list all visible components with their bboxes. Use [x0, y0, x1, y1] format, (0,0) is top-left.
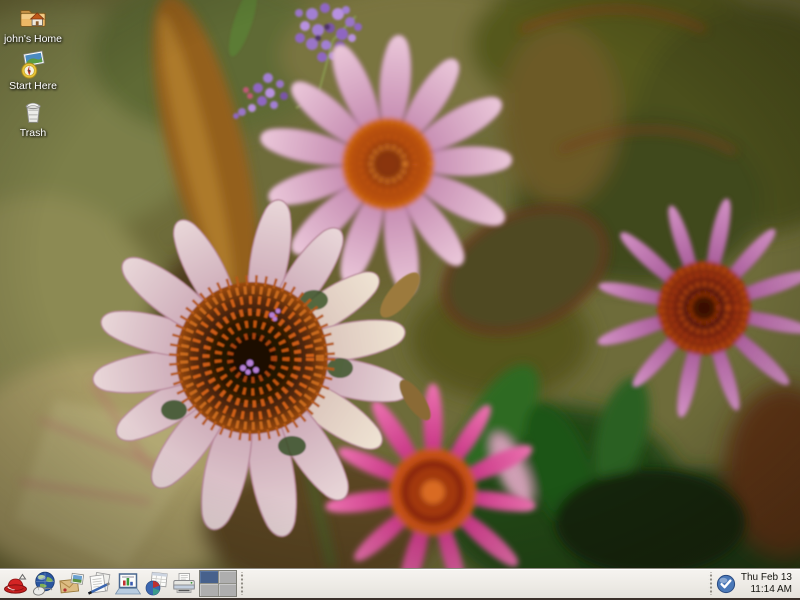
printer-icon — [171, 571, 197, 597]
presentation-button[interactable] — [114, 569, 142, 598]
wallpaper-image — [0, 0, 800, 568]
main-menu-button[interactable] — [2, 569, 30, 598]
workspace-1[interactable] — [200, 571, 218, 583]
envelope-photo-icon — [59, 571, 85, 597]
red-hat-icon — [3, 571, 29, 597]
pie-chart-sheet-icon — [143, 571, 169, 597]
clock-applet[interactable]: Thu Feb 13 11:14 AM — [737, 572, 798, 596]
desktop-background[interactable]: john's Home — [0, 0, 800, 568]
update-notifier-button[interactable] — [715, 573, 737, 595]
web-browser-button[interactable] — [30, 569, 58, 598]
desktop-icon-johns-home[interactable]: john's Home — [2, 2, 64, 46]
desktop-icon-start-here[interactable]: Start Here — [2, 49, 64, 93]
desktop-icon-label: Trash — [20, 128, 46, 139]
desktop-icon-trash[interactable]: Trash — [2, 96, 64, 140]
bottom-panel: Thu Feb 13 11:14 AM — [0, 568, 800, 600]
home-folder-icon — [17, 3, 49, 33]
workspace-2[interactable] — [219, 571, 237, 583]
workspace-3[interactable] — [200, 584, 218, 596]
applet-drag-handle[interactable] — [708, 572, 714, 595]
desktop-icon-label: john's Home — [4, 34, 62, 45]
desktop-icon-label: Start Here — [9, 81, 57, 92]
clock-time: 11:14 AM — [750, 584, 792, 596]
documents-pen-icon — [87, 571, 113, 597]
desktop-icon-column: john's Home — [2, 2, 64, 140]
panel-drag-handle[interactable] — [239, 572, 245, 595]
spreadsheet-button[interactable] — [142, 569, 170, 598]
workspace-switcher[interactable] — [199, 570, 237, 597]
trash-icon — [17, 97, 49, 127]
workspace-4[interactable] — [219, 584, 237, 596]
monitor-chart-icon — [115, 571, 141, 597]
update-check-icon — [716, 574, 736, 594]
start-here-icon — [17, 50, 49, 80]
clock-date: Thu Feb 13 — [741, 572, 792, 584]
globe-mouse-icon — [31, 571, 57, 597]
email-client-button[interactable] — [58, 569, 86, 598]
word-processor-button[interactable] — [86, 569, 114, 598]
screen: john's Home — [0, 0, 800, 600]
print-manager-button[interactable] — [170, 569, 198, 598]
